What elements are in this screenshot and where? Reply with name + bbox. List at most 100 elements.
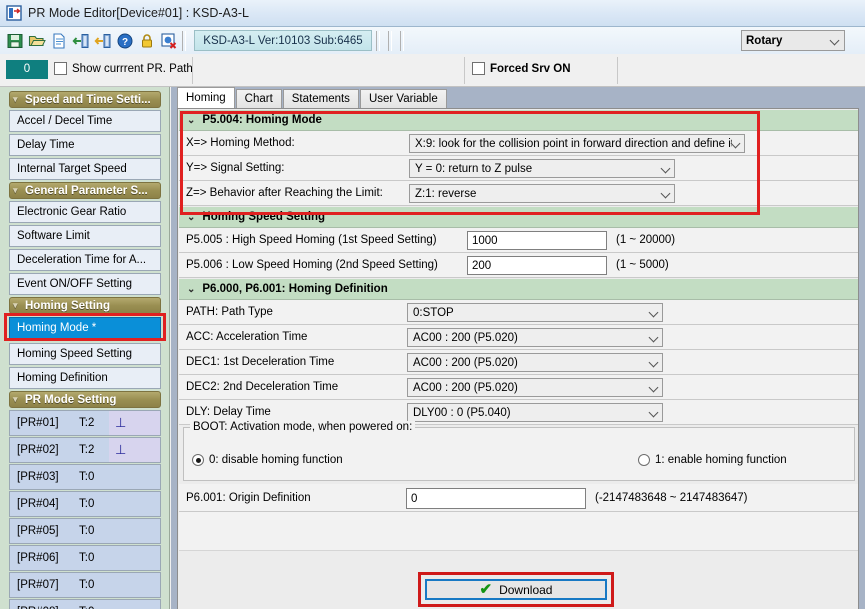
row-high-speed-homing: P5.005 : High Speed Homing (1st Speed Se… — [179, 228, 858, 253]
row-label: X=> Homing Method: — [186, 137, 295, 149]
combo-value: AC00 : 200 (P5.020) — [413, 331, 518, 344]
tab-strip: Homing Chart Statements User Variable — [177, 87, 448, 108]
sidebar-group-general-parameter[interactable]: ▾ General Parameter S... — [9, 182, 161, 199]
path-type-combo[interactable]: 0:STOP — [407, 303, 663, 322]
combo-value: AC00 : 200 (P5.020) — [413, 381, 518, 394]
homing-settings-panel: ⌄ P5.004: Homing Mode X=> Homing Method:… — [177, 108, 859, 609]
pr-code: [PR#01] — [17, 417, 59, 429]
tab-chart[interactable]: Chart — [235, 89, 282, 108]
radio-disable-homing[interactable]: 0: disable homing function — [192, 454, 343, 466]
section-header-homing-mode[interactable]: ⌄ P5.004: Homing Mode — [179, 110, 858, 131]
download-button[interactable]: ✔ Download — [425, 579, 607, 600]
high-speed-homing-input[interactable]: 1000 — [467, 231, 607, 250]
row-homing-method: X=> Homing Method: X:9: look for the col… — [179, 131, 858, 156]
dec1-time-combo[interactable]: AC00 : 200 (P5.020) — [407, 353, 663, 372]
section-title: P6.000, P6.001: Homing Definition — [202, 283, 388, 295]
forced-srv-on-checkbox[interactable]: Forced Srv ON — [472, 62, 571, 75]
settings-cancel-icon[interactable] — [160, 32, 178, 50]
chevron-down-icon — [662, 189, 671, 198]
list-item-pr04[interactable]: [PR#04] T:0 — [9, 491, 161, 517]
sidebar-item-homing-definition[interactable]: Homing Definition — [9, 367, 161, 389]
sidebar-item-software-limit[interactable]: Software Limit — [9, 225, 161, 247]
rotary-mode-value: Rotary — [746, 34, 783, 47]
chevron-down-icon: ▾ — [13, 185, 18, 195]
checkbox-box — [472, 62, 485, 75]
row-label: P5.006 : Low Speed Homing (2nd Speed Set… — [186, 259, 438, 271]
signal-setting-combo[interactable]: Y = 0: return to Z pulse — [409, 159, 675, 178]
show-current-pr-path-checkbox[interactable]: Show currrent PR. Path — [54, 62, 193, 75]
sidebar-item-label: Internal Target Speed — [17, 163, 127, 175]
import-arrow-icon[interactable] — [72, 32, 90, 50]
acceleration-time-combo[interactable]: AC00 : 200 (P5.020) — [407, 328, 663, 347]
delay-time-combo[interactable]: DLY00 : 0 (P5.040) — [407, 403, 663, 422]
list-item-pr08[interactable]: [PR#08] T:0 — [9, 599, 161, 609]
row-label: Z=> Behavior after Reaching the Limit: — [186, 187, 383, 199]
chevron-down-icon: ▾ — [13, 300, 18, 310]
sidebar-group-speed-and-time[interactable]: ▾ Speed and Time Setti... — [9, 91, 161, 108]
home-symbol-icon: ⊥ — [109, 411, 160, 435]
chevron-down-icon — [662, 164, 671, 173]
sidebar-item-internal-target-speed[interactable]: Internal Target Speed — [9, 158, 161, 180]
row-dec1-time: DEC1: 1st Deceleration Time AC00 : 200 (… — [179, 350, 858, 375]
sidebar-group-pr-mode-setting[interactable]: ▾ PR Mode Setting — [9, 391, 161, 408]
row-label: DEC2: 2nd Deceleration Time — [186, 381, 339, 393]
radio-label: 1: enable homing function — [655, 454, 787, 466]
list-item-pr06[interactable]: [PR#06] T:0 — [9, 545, 161, 571]
sidebar-item-delay-time[interactable]: Delay Time — [9, 134, 161, 156]
open-folder-icon[interactable] — [28, 32, 46, 50]
dec2-time-combo[interactable]: AC00 : 200 (P5.020) — [407, 378, 663, 397]
homing-method-combo[interactable]: X:9: look for the collision point in for… — [409, 134, 745, 153]
list-item-pr07[interactable]: [PR#07] T:0 — [9, 572, 161, 598]
lock-icon[interactable] — [138, 32, 156, 50]
radio-enable-homing[interactable]: 1: enable homing function — [638, 454, 787, 466]
sidebar-item-label: Homing Definition — [17, 372, 108, 384]
sidebar-item-accel-decel-time[interactable]: Accel / Decel Time — [9, 110, 161, 132]
spacer-row-2 — [179, 530, 858, 551]
section-title: P5.004: Homing Mode — [202, 114, 322, 126]
chevron-down-icon — [650, 358, 659, 367]
show-current-pr-path-label: Show currrent PR. Path — [72, 62, 193, 75]
row-path-type: PATH: Path Type 0:STOP — [179, 300, 858, 325]
sidebar-group-label: PR Mode Setting — [25, 393, 117, 406]
section-header-homing-definition[interactable]: ⌄ P6.000, P6.001: Homing Definition — [179, 279, 858, 300]
sidebar-item-label: Homing Mode * — [17, 322, 97, 334]
save-icon[interactable] — [6, 32, 24, 50]
new-document-icon[interactable] — [50, 32, 68, 50]
origin-definition-input[interactable]: 0 — [406, 488, 586, 509]
row-signal-setting: Y=> Signal Setting: Y = 0: return to Z p… — [179, 156, 858, 181]
chevron-down-icon: ▾ — [13, 394, 18, 404]
low-speed-homing-input[interactable]: 200 — [467, 256, 607, 275]
sidebar-item-homing-speed-setting[interactable]: Homing Speed Setting — [9, 343, 161, 365]
pr-type: T:0 — [79, 579, 95, 591]
list-item-pr03[interactable]: [PR#03] T:0 — [9, 464, 161, 490]
sidebar-item-label: Electronic Gear Ratio — [17, 206, 127, 218]
sidebar-item-label: Software Limit — [17, 230, 90, 242]
pr-type: T:2 — [79, 444, 95, 456]
pr-type: T:2 — [79, 417, 95, 429]
boot-group-title: BOOT: Activation mode, when powered on: — [190, 421, 416, 433]
limit-behavior-combo[interactable]: Z:1: reverse — [409, 184, 675, 203]
pr-type: T:0 — [79, 471, 95, 483]
tab-user-variable[interactable]: User Variable — [359, 89, 447, 108]
sidebar-group-homing-setting[interactable]: ▾ Homing Setting — [9, 297, 161, 314]
download-button-label: Download — [499, 582, 553, 597]
rotary-mode-select[interactable]: Rotary — [741, 30, 845, 51]
current-pr-badge: 0 — [6, 60, 48, 79]
sidebar-item-electronic-gear-ratio[interactable]: Electronic Gear Ratio — [9, 201, 161, 223]
pr-type: T:0 — [79, 498, 95, 510]
row-dec2-time: DEC2: 2nd Deceleration Time AC00 : 200 (… — [179, 375, 858, 400]
help-question-icon[interactable]: ? — [116, 32, 134, 50]
sidebar-item-event-on-off-setting[interactable]: Event ON/OFF Setting — [9, 273, 161, 295]
sidebar-group-label: Homing Setting — [25, 299, 110, 312]
list-item-pr02[interactable]: [PR#02] T:2 ⊥ — [9, 437, 161, 463]
tab-statements[interactable]: Statements — [282, 89, 359, 108]
list-item-pr01[interactable]: [PR#01] T:2 ⊥ — [9, 410, 161, 436]
export-arrow-icon[interactable] — [94, 32, 112, 50]
sidebar-item-homing-mode[interactable]: Homing Mode * — [9, 317, 161, 339]
tab-homing[interactable]: Homing — [177, 87, 235, 108]
list-item-pr05[interactable]: [PR#05] T:0 — [9, 518, 161, 544]
section-header-homing-speed[interactable]: ⌄ Homing Speed Setting — [179, 207, 858, 228]
pr-code: [PR#06] — [17, 552, 59, 564]
sidebar-item-deceleration-time[interactable]: Deceleration Time for A... — [9, 249, 161, 271]
icon-toolbar: ? KSD-A3-L Ver:10103 Sub:6465 Rotary — [0, 27, 865, 54]
